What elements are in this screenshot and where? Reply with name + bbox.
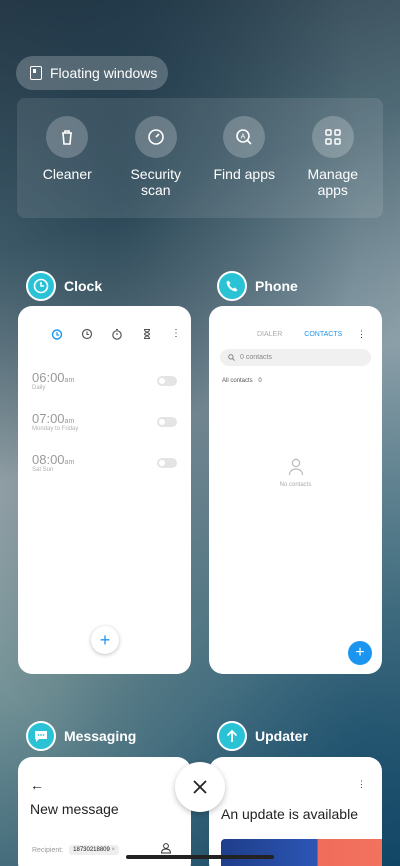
alarm-time: 06:00 — [32, 370, 65, 385]
person-icon — [288, 458, 304, 476]
tab-contacts[interactable]: CONTACTS — [304, 331, 342, 338]
recipient-number: 18730218809 — [73, 847, 110, 853]
contact-picker-icon[interactable] — [160, 842, 172, 854]
floating-windows-label: Floating windows — [50, 65, 158, 81]
all-contacts-count: 0 — [258, 378, 262, 384]
alarm-time: 07:00 — [32, 411, 65, 426]
manage-apps-label: Manage apps — [307, 166, 359, 198]
manage-apps-tool[interactable]: Manage apps — [293, 116, 373, 218]
alarm-item[interactable]: 08:00am Sat Sun — [32, 452, 74, 473]
phone-app-icon — [217, 271, 247, 301]
messaging-app-icon — [26, 721, 56, 751]
floating-window-icon — [30, 66, 42, 80]
svg-text:A: A — [241, 134, 246, 141]
update-available-title: An update is available — [221, 806, 358, 822]
find-apps-tool[interactable]: A Find apps — [204, 116, 284, 218]
all-contacts-filter[interactable]: All contacts 0 — [222, 378, 262, 384]
clock-app-card[interactable]: ⋮ 06:00am Daily 07:00am Monday to Friday… — [18, 306, 191, 674]
close-all-button[interactable] — [175, 762, 225, 812]
phone-tabs: DIALER CONTACTS — [257, 331, 342, 338]
recipient-label: Recipient: — [32, 846, 64, 854]
search-icon — [228, 354, 235, 361]
updater-app-icon — [217, 721, 247, 751]
recipient-remove-icon[interactable]: × — [112, 847, 116, 853]
find-apps-label: Find apps — [213, 166, 275, 182]
alarm-ampm: am — [64, 377, 75, 384]
add-alarm-button[interactable]: + — [91, 626, 119, 654]
recipient-chip[interactable]: 18730218809 × — [69, 845, 120, 855]
trash-icon — [46, 116, 89, 158]
alarm-item[interactable]: 06:00am Daily — [32, 370, 74, 391]
phone-more-icon[interactable]: ⋮ — [357, 329, 366, 340]
phone-card-title: Phone — [255, 278, 298, 294]
add-contact-button[interactable]: + — [348, 641, 372, 665]
updater-card-title: Updater — [255, 728, 308, 744]
find-apps-icon: A — [223, 116, 266, 158]
messaging-card-title: Messaging — [64, 728, 137, 744]
cleaner-tool[interactable]: Cleaner — [27, 116, 107, 218]
phone-app-card[interactable]: DIALER CONTACTS ⋮ 0 contacts All contact… — [209, 306, 382, 674]
messaging-card-header[interactable]: Messaging — [26, 721, 136, 751]
alarm-time: 08:00 — [32, 452, 65, 467]
alarm-toggle[interactable] — [157, 376, 177, 386]
phone-card-header[interactable]: Phone — [217, 271, 298, 301]
clock-card-header[interactable]: Clock — [26, 271, 102, 301]
clock-more-icon[interactable]: ⋮ — [171, 329, 181, 339]
gesture-home-bar[interactable] — [126, 855, 274, 859]
alarm-repeat: Monday to Friday — [32, 426, 79, 432]
alarm-item[interactable]: 07:00am Monday to Friday — [32, 411, 78, 432]
all-contacts-label: All contacts — [222, 378, 253, 384]
alarm-ampm: am — [64, 459, 75, 466]
security-gauge-icon — [134, 116, 177, 158]
timer-tab-icon[interactable] — [141, 328, 153, 340]
clock-card-title: Clock — [64, 278, 103, 294]
back-arrow-icon[interactable]: ← — [30, 777, 44, 793]
close-icon — [193, 780, 207, 794]
updater-app-card[interactable]: ⋮ An update is available — [209, 757, 382, 866]
recipient-row[interactable]: Recipient: 18730218809 × — [32, 845, 120, 855]
cleaner-label: Cleaner — [42, 166, 92, 182]
contacts-search-input[interactable]: 0 contacts — [220, 349, 371, 366]
alarm-repeat: Sat Sun — [32, 467, 54, 473]
world-clock-tab-icon[interactable] — [81, 328, 93, 340]
security-scan-tool[interactable]: Security scan — [116, 116, 196, 218]
alarm-repeat: Daily — [32, 385, 46, 391]
messaging-app-card[interactable]: ← New message Recipient: 18730218809 × — [18, 757, 191, 866]
alarm-tab-icon[interactable] — [51, 328, 63, 340]
quick-tools-panel: Cleaner Security scan A Find apps Manage… — [17, 98, 383, 218]
security-scan-label: Security scan — [130, 166, 182, 198]
alarm-toggle[interactable] — [157, 417, 177, 427]
updater-more-icon[interactable]: ⋮ — [357, 779, 366, 790]
tab-dialer[interactable]: DIALER — [257, 331, 282, 338]
contacts-search-placeholder: 0 contacts — [240, 354, 272, 361]
clock-app-icon — [26, 271, 56, 301]
no-contacts-text: No contacts — [279, 482, 312, 488]
grid-icon — [311, 116, 354, 158]
stopwatch-tab-icon[interactable] — [111, 328, 123, 340]
new-message-title: New message — [30, 801, 119, 817]
alarm-toggle[interactable] — [157, 458, 177, 468]
alarm-ampm: am — [64, 418, 75, 425]
clock-toolbar: ⋮ — [51, 328, 181, 340]
update-banner-image — [221, 839, 382, 866]
updater-card-header[interactable]: Updater — [217, 721, 308, 751]
floating-windows-button[interactable]: Floating windows — [16, 56, 168, 90]
